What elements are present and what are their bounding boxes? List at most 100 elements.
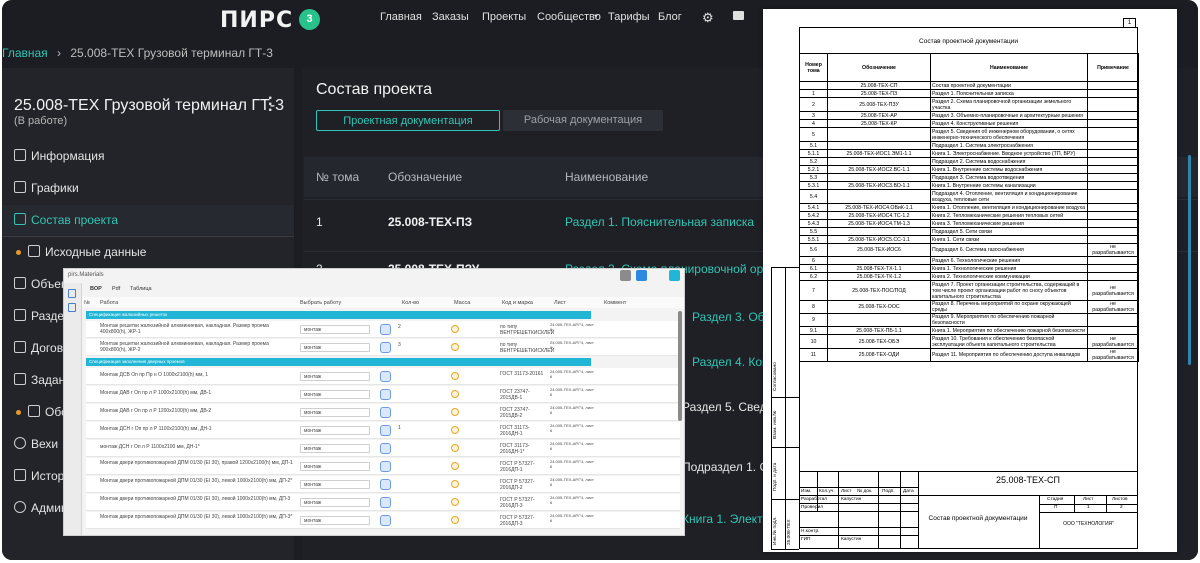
work-select[interactable]: монтаж — [300, 372, 370, 381]
document-cell-num: 1 — [799, 89, 828, 98]
document-cell-name: Книга 1. Внутренние системы канализации — [930, 181, 1088, 190]
code-mark: ГОСТ Р 57327-2016ДП-3 — [500, 497, 535, 509]
breadcrumb-home[interactable]: Главная — [2, 46, 48, 60]
document-cell-num: 7 — [799, 280, 828, 301]
gear-icon[interactable]: ⚙ — [702, 10, 714, 26]
scrollbar[interactable] — [678, 311, 682, 421]
document-cell-name: Раздел 6. Технологические решения — [930, 256, 1088, 265]
table-row[interactable]: монтаж ДСН г Оп л Р 1100х2100 мм, ДН-1* м… — [86, 440, 680, 457]
document-cell-num: 9 — [799, 313, 828, 327]
document-row: 6.2 25.008-ТЕХ-ТК-1.2 Книга 2. Технологиче… — [799, 272, 1139, 281]
document-row: 5.2.1 25.008-ТЕХ-ИОС2.ВС-1.1 Книга 1. Внут… — [799, 165, 1139, 174]
document-cell-code — [827, 173, 931, 182]
table-row[interactable]: Монтаж решетки жалюзийной алюминиевая, н… — [86, 321, 680, 338]
settings-icon[interactable] — [620, 270, 631, 281]
chat-icon — [28, 405, 40, 417]
table-row[interactable]: Монтаж ДСВ Оп пр Пр н О 1000х2100(h) мм,… — [86, 368, 680, 385]
link-icon[interactable] — [380, 389, 391, 400]
document-row: 5.4.1 25.008-ТЕХ-ИОС4.ОВиК-1.1 Книга 1. От… — [799, 203, 1139, 212]
link-icon[interactable] — [380, 371, 391, 382]
pirs-logo[interactable]: ПИРС — [220, 8, 293, 33]
work-name: Монтаж ДАВ г Оп пр л Р 1200х2100(h) мм, … — [100, 408, 212, 414]
more-vertical-icon[interactable]: · · · — [268, 91, 273, 119]
work-select[interactable]: монтаж — [300, 516, 370, 525]
work-select[interactable]: монтаж — [300, 343, 370, 352]
document-cell-name: Подраздел 6. Система газоснабжения — [930, 243, 1088, 257]
code-mark: по типу ВЕНТРЕШЕТКИСКЛЕЙ — [500, 324, 555, 336]
stamp-col-label: Кол.уч. — [819, 489, 835, 494]
download-icon[interactable] — [636, 270, 647, 281]
link-icon[interactable] — [380, 497, 391, 508]
document-row: 5.3.1 25.008-ТЕХ-ИОС3.ВО-1.1 Книга 1. Внут… — [799, 181, 1139, 190]
scrollbar[interactable] — [1188, 155, 1191, 365]
document-cell-code: 25.008-ТЕХ-ПОС/ПОД — [827, 280, 931, 301]
section-header[interactable]: Спецификация жалюзийных решеток — [86, 311, 591, 319]
sheet-ref: 24.005-ТЕХ-АР.ГЧ, лист 6 — [550, 459, 594, 469]
tab-vor[interactable]: ВОР — [90, 286, 102, 292]
work-select[interactable]: монтаж — [300, 325, 370, 334]
document-cell-code: 25.008-ТЕХ-ПЗ — [827, 89, 931, 98]
link-icon[interactable] — [380, 342, 391, 353]
nav-link-community[interactable]: Сообщество — [537, 11, 601, 23]
section-header[interactable]: Спецификация заполнения дверных проемов — [86, 358, 591, 366]
work-select[interactable]: монтаж — [300, 462, 370, 471]
nav-link-orders[interactable]: Заказы — [432, 11, 469, 23]
nav-link-blog[interactable]: Блог — [658, 11, 682, 23]
work-name: Монтаж ДАВ г Оп пр л Р 1000х2100(h) мм, … — [100, 390, 212, 396]
work-name: Монтаж двери противопожарной ДПМ 01/30 (… — [100, 460, 293, 466]
table-row[interactable]: Монтаж двери противопожарной ДПМ 01/30 (… — [86, 458, 680, 475]
sheet-ref: 24.005-ТЕХ-АР.ГЧ, лист 6 — [550, 477, 594, 487]
link-icon[interactable] — [380, 425, 391, 436]
sidebar-item-project-composition[interactable]: Состав проекта — [2, 205, 294, 235]
work-select[interactable]: монтаж — [300, 498, 370, 507]
table-row[interactable]: Монтаж ДАВ г Оп пр л Р 1200х2100(h) мм, … — [86, 404, 680, 421]
tab-project-docs[interactable]: Проектная документация — [316, 110, 500, 131]
link-icon[interactable] — [380, 515, 391, 526]
document-row: 5.5.1 25.008-ТЕХ-ИОС5.СС-1.1 Книга 1. Сети… — [799, 235, 1139, 244]
table-row[interactable]: Монтаж ДАВ г Оп пр л Р 1000х2100(h) мм, … — [86, 386, 680, 403]
row-name-link[interactable]: Раздел 1. Пояснительная записка — [565, 215, 754, 229]
table-row[interactable]: Монтаж двери противопожарной ДПМ 01/30 (… — [86, 512, 680, 529]
table-row[interactable]: Монтаж решетки жалюзийной алюминиевая, н… — [86, 339, 680, 356]
help-icon[interactable] — [669, 270, 680, 281]
document-row: 4 25.008-ТЕХ-КР Раздел 4. Конструктивные р… — [799, 119, 1139, 128]
home-icon[interactable] — [68, 289, 76, 298]
code-mark: ГОСТ Р 57327-2016ДП-2 — [500, 479, 535, 491]
nav-link-tariffs[interactable]: Тарифы — [608, 11, 650, 23]
column-header-volume: № тома — [316, 170, 360, 184]
link-icon[interactable] — [380, 324, 391, 335]
nav-link-projects[interactable]: Проекты — [482, 11, 526, 23]
column-header: Работа — [100, 300, 119, 306]
chat-icon[interactable] — [733, 11, 744, 20]
page-title: Состав проекта — [316, 81, 433, 98]
sidebar-item-source-data[interactable]: Исходные данные — [16, 237, 308, 267]
table-row[interactable]: Монтаж двери противопожарной ДПМ 01/30 (… — [86, 494, 680, 511]
document-cell-note: не разрабатывается — [1087, 300, 1139, 314]
work-select[interactable]: монтаж — [300, 390, 370, 399]
document-cell-note: не разрабатывается — [1087, 280, 1139, 301]
gear-icon — [14, 501, 26, 513]
work-select[interactable]: монтаж — [300, 480, 370, 489]
stamp-role: Разработал — [801, 497, 828, 502]
link-icon[interactable] — [380, 479, 391, 490]
link-icon[interactable] — [380, 407, 391, 418]
tab-working-docs[interactable]: Рабочая документация — [503, 110, 663, 131]
tab-table[interactable]: Таблица — [130, 286, 152, 292]
document-row: 9 Раздел 9. Мероприятия по обеспечению по… — [799, 313, 1139, 327]
document-cell-code — [827, 157, 931, 166]
stamp-role: Проверил — [801, 505, 824, 510]
work-select[interactable]: монтаж — [300, 408, 370, 417]
file-icon[interactable] — [68, 303, 76, 312]
document-cell-name: Книга 1. Технологические решения — [930, 264, 1088, 273]
sidebar-item-charts[interactable]: Графики — [2, 173, 294, 203]
sidebar-item-info[interactable]: Информация — [2, 141, 294, 171]
tab-pdf[interactable]: Pdf — [112, 286, 120, 292]
table-row[interactable]: Монтаж ДСН г Оп пр л Р 1100х2100(h) мм, … — [86, 422, 680, 439]
document-cell-name: Подраздел 2. Система водоснабжения — [930, 157, 1088, 166]
link-icon[interactable] — [380, 443, 391, 454]
nav-link-home[interactable]: Главная — [380, 11, 422, 23]
work-select[interactable]: монтаж — [300, 444, 370, 453]
work-select[interactable]: монтаж — [300, 426, 370, 435]
table-row[interactable]: Монтаж двери противопожарной ДПМ 01/30 (… — [86, 476, 680, 493]
link-icon[interactable] — [380, 461, 391, 472]
